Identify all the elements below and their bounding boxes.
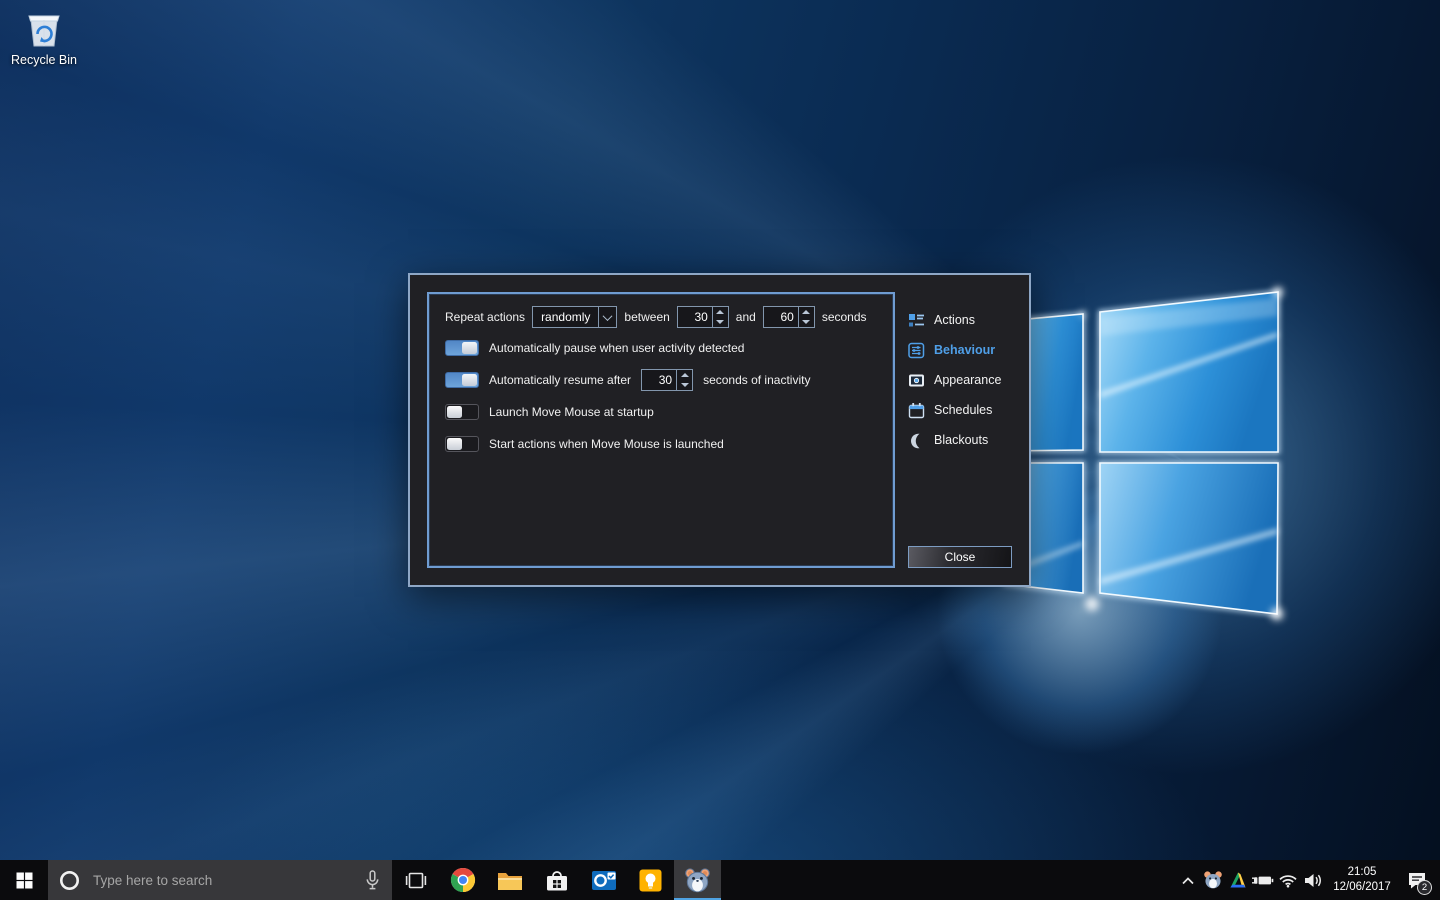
repeat-actions-label: Repeat actions (445, 310, 525, 324)
nav-item-actions[interactable]: Actions (908, 305, 1012, 335)
nav-label: Actions (934, 313, 975, 327)
behaviour-panel: Repeat actions randomly between 30 and 6… (427, 292, 895, 568)
repeat-mode-dropdown[interactable]: randomly (532, 306, 617, 328)
taskbar-app-task-view[interactable] (392, 860, 439, 900)
resume-toggle-label-after: seconds of inactivity (703, 373, 810, 387)
google-drive-icon (1229, 871, 1247, 889)
pause-toggle[interactable] (445, 340, 479, 356)
nav-item-blackouts[interactable]: Blackouts (908, 425, 1012, 455)
nav-label: Blackouts (934, 433, 988, 447)
start-actions-toggle-row: Start actions when Move Mouse is launche… (445, 435, 885, 453)
spinner-down-icon[interactable] (677, 380, 692, 390)
startup-toggle-row: Launch Move Mouse at startup (445, 403, 885, 421)
microphone-icon[interactable] (365, 870, 380, 891)
resume-toggle-label-before: Automatically resume after (489, 373, 631, 387)
tray-volume[interactable] (1300, 860, 1325, 900)
taskbar-app-move-mouse[interactable] (674, 860, 721, 900)
nav-label: Appearance (934, 373, 1001, 387)
cortana-ring-icon (58, 869, 81, 892)
google-keep-icon (638, 868, 663, 893)
windows-logo-icon (16, 872, 33, 889)
tray-battery[interactable] (1250, 860, 1275, 900)
chevron-up-icon (1181, 875, 1195, 886)
blackouts-moon-icon (908, 432, 925, 449)
taskbar-app-outlook[interactable] (580, 860, 627, 900)
spinner-up-icon[interactable] (713, 307, 728, 317)
move-mouse-icon (684, 867, 711, 894)
desktop: Recycle Bin Repeat actions randomly betw… (0, 0, 1440, 900)
action-center-button[interactable]: 2 (1399, 860, 1435, 900)
repeat-actions-row: Repeat actions randomly between 30 and 6… (445, 306, 885, 328)
start-actions-toggle[interactable] (445, 436, 479, 452)
microsoft-store-icon (544, 868, 570, 893)
appearance-photo-icon (908, 372, 925, 389)
clock-date: 12/06/2017 (1325, 880, 1399, 895)
pause-toggle-row: Automatically pause when user activity d… (445, 339, 885, 357)
repeat-mode-value: randomly (533, 307, 598, 327)
nav-item-appearance[interactable]: Appearance (908, 365, 1012, 395)
taskbar-app-google-keep[interactable] (627, 860, 674, 900)
system-tray: 21:05 12/06/2017 2 (1175, 860, 1440, 900)
taskbar-app-chrome[interactable] (439, 860, 486, 900)
move-mouse-tray-icon (1203, 870, 1223, 890)
spinner-up-icon[interactable] (677, 370, 692, 380)
outlook-icon (591, 868, 617, 892)
spinner-down-icon[interactable] (799, 317, 814, 327)
and-label: and (736, 310, 756, 324)
schedules-calendar-icon (908, 402, 925, 419)
start-actions-toggle-label: Start actions when Move Mouse is launche… (489, 437, 724, 451)
taskbar: 21:05 12/06/2017 2 (0, 860, 1440, 900)
startup-toggle-label: Launch Move Mouse at startup (489, 405, 654, 419)
search-input[interactable] (91, 872, 355, 889)
start-button[interactable] (0, 860, 48, 900)
recycle-bin[interactable]: Recycle Bin (6, 8, 82, 67)
resume-toggle-row: Automatically resume after 30 seconds of… (445, 371, 885, 389)
file-explorer-icon (497, 870, 523, 891)
max-seconds-spinner[interactable]: 60 (763, 306, 815, 328)
move-mouse-settings-window: Repeat actions randomly between 30 and 6… (408, 273, 1031, 587)
tray-move-mouse[interactable] (1200, 860, 1225, 900)
min-seconds-value: 30 (678, 307, 712, 327)
volume-icon (1303, 872, 1323, 889)
chrome-icon (450, 867, 476, 893)
actions-list-icon (908, 312, 925, 329)
taskbar-app-file-explorer[interactable] (486, 860, 533, 900)
close-button[interactable]: Close (908, 546, 1012, 568)
taskbar-search[interactable] (48, 860, 392, 900)
min-seconds-spinner[interactable]: 30 (677, 306, 729, 328)
clock-time: 21:05 (1325, 865, 1399, 880)
tray-google-drive[interactable] (1225, 860, 1250, 900)
resume-toggle[interactable] (445, 372, 479, 388)
taskbar-app-microsoft-store[interactable] (533, 860, 580, 900)
wifi-icon (1278, 872, 1298, 888)
hidden-icons-chevron[interactable] (1175, 860, 1200, 900)
chevron-down-icon[interactable] (598, 307, 616, 327)
seconds-label: seconds (822, 310, 867, 324)
max-seconds-value: 60 (764, 307, 798, 327)
battery-charging-icon (1251, 874, 1274, 887)
recycle-bin-label: Recycle Bin (6, 53, 82, 67)
nav-label: Behaviour (934, 343, 995, 357)
taskbar-clock[interactable]: 21:05 12/06/2017 (1325, 865, 1399, 895)
nav-item-behaviour[interactable]: Behaviour (908, 335, 1012, 365)
recycle-bin-icon (23, 8, 65, 52)
resume-seconds-value: 30 (642, 370, 676, 390)
nav-item-schedules[interactable]: Schedules (908, 395, 1012, 425)
nav-label: Schedules (934, 403, 992, 417)
tray-wifi[interactable] (1275, 860, 1300, 900)
startup-toggle[interactable] (445, 404, 479, 420)
pause-toggle-label: Automatically pause when user activity d… (489, 341, 744, 355)
spinner-up-icon[interactable] (799, 307, 814, 317)
between-label: between (624, 310, 669, 324)
settings-nav: Actions Behaviour Appearance (908, 292, 1012, 568)
resume-seconds-spinner[interactable]: 30 (641, 369, 693, 391)
behaviour-sliders-icon (908, 342, 925, 359)
spinner-down-icon[interactable] (713, 317, 728, 327)
task-view-icon (404, 871, 428, 890)
notification-badge: 2 (1417, 880, 1432, 895)
